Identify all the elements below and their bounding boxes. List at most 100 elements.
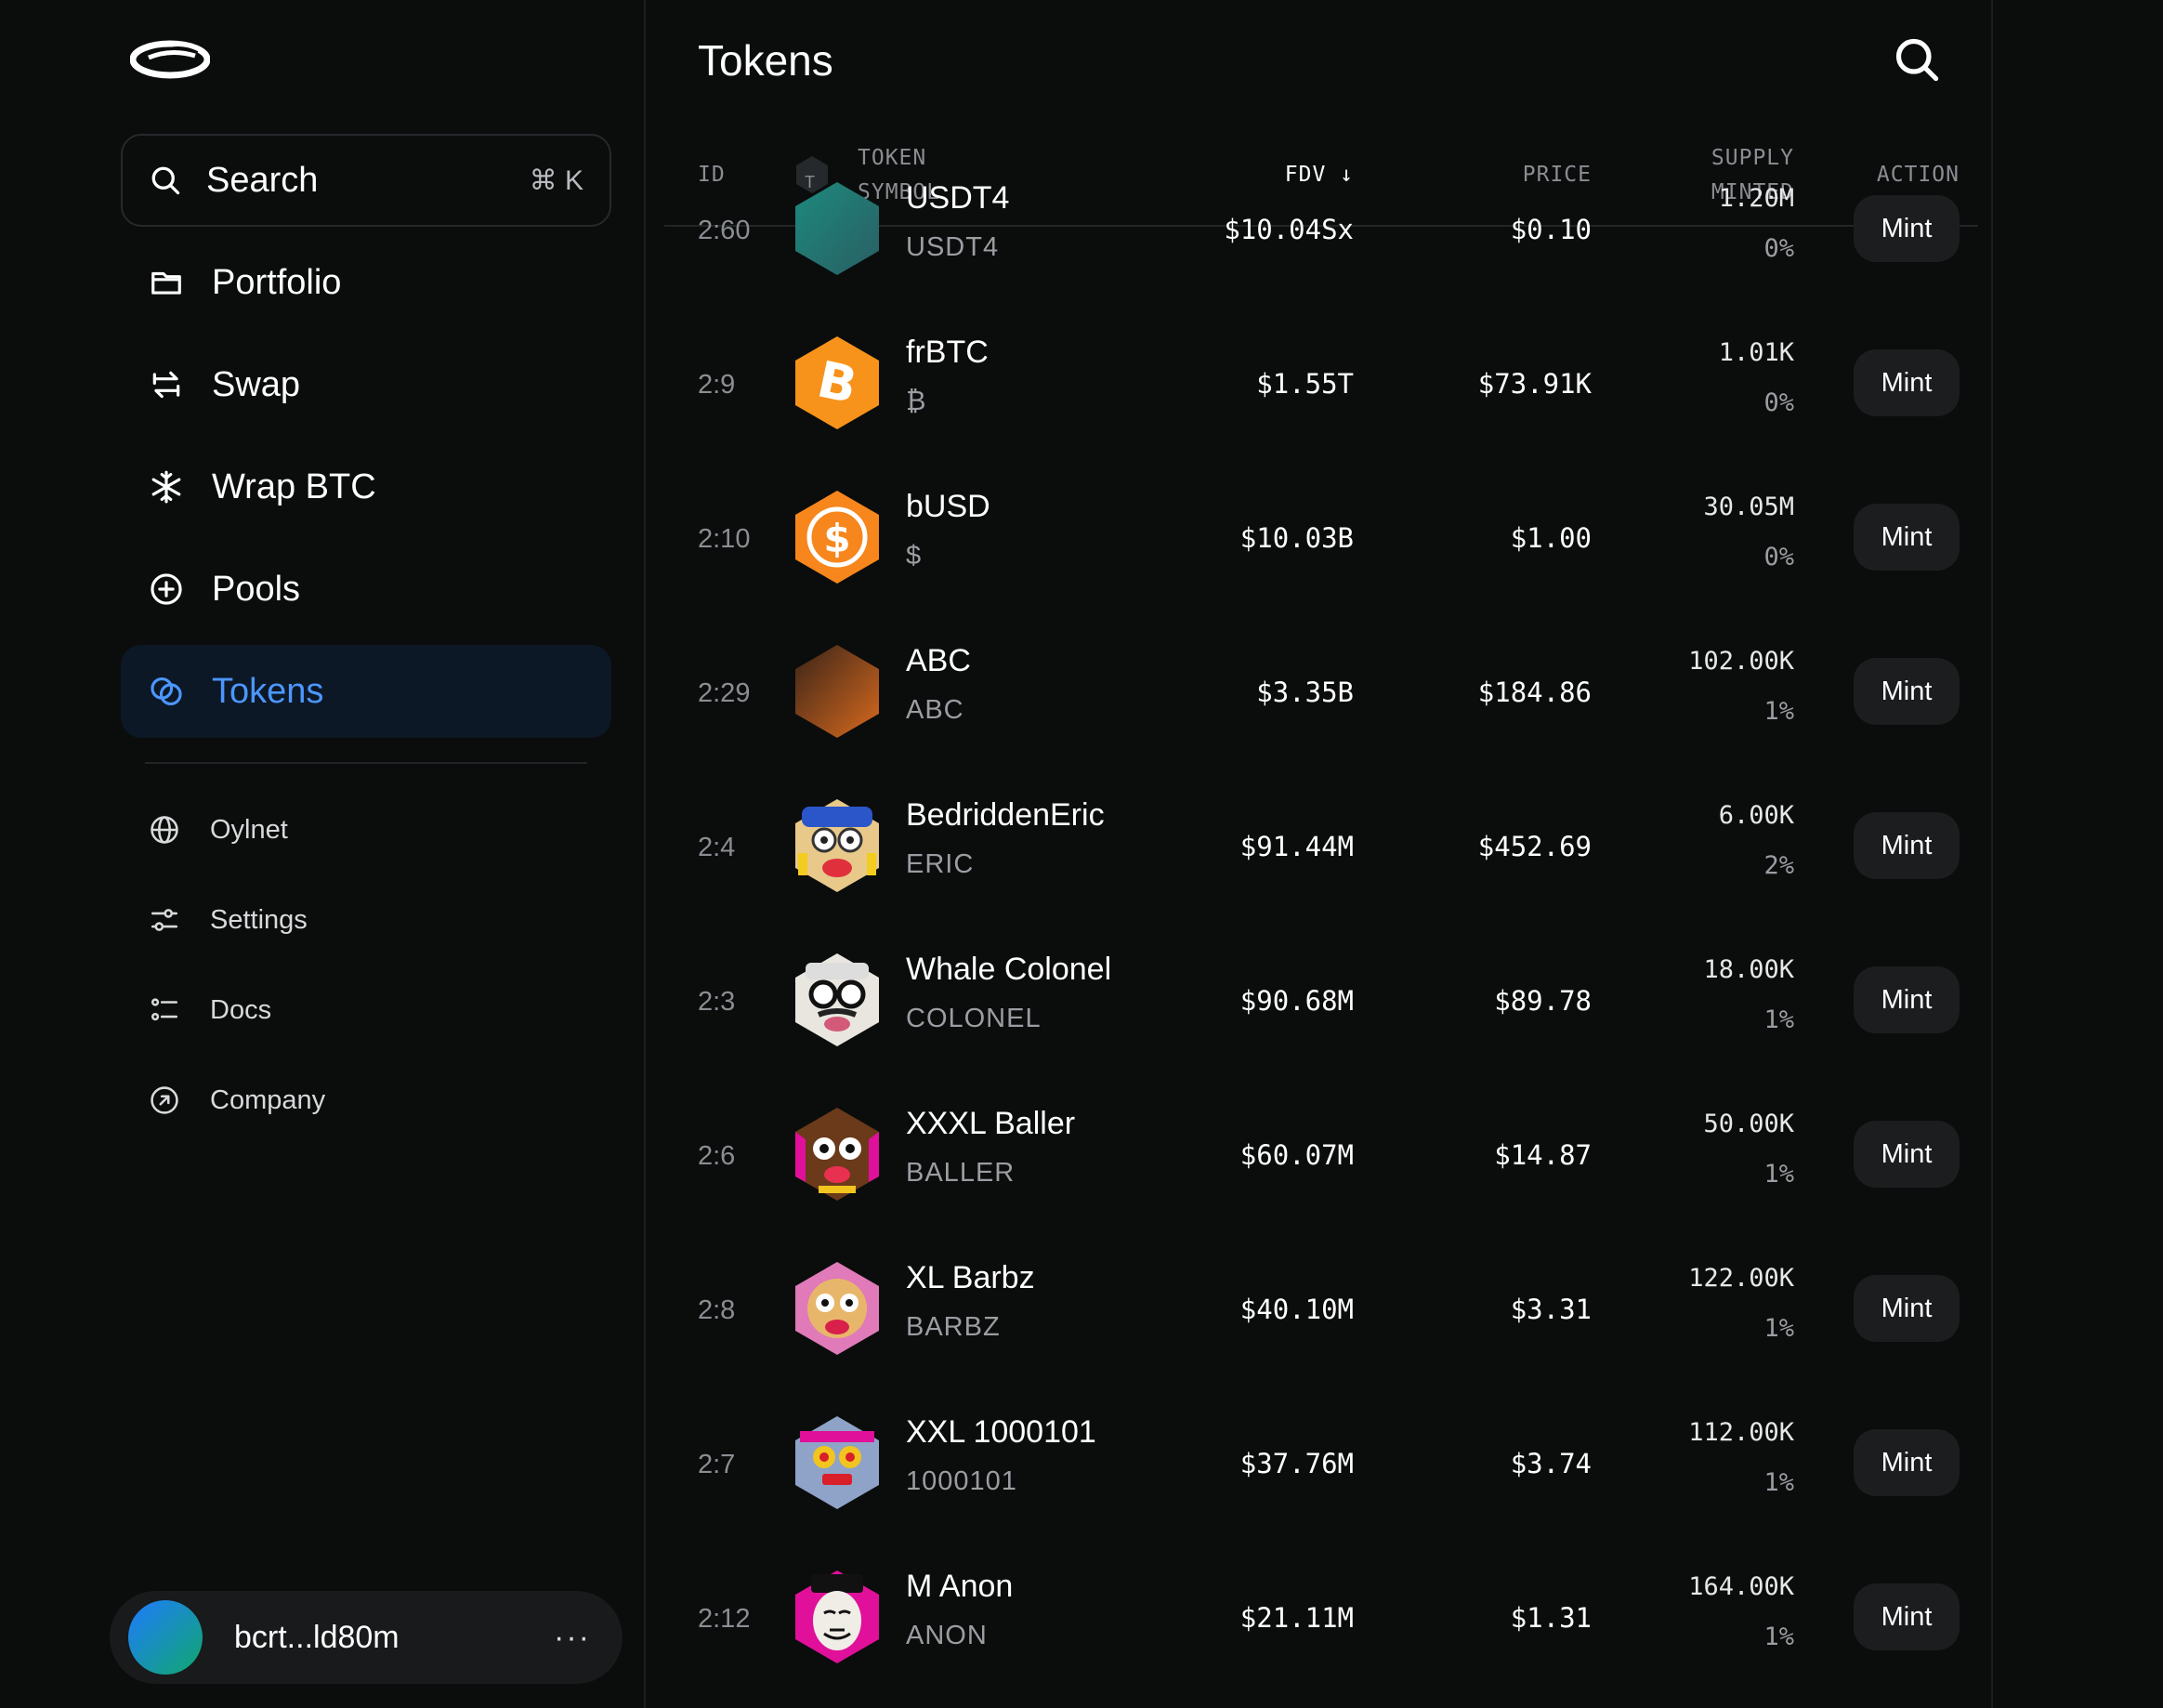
more-options-icon[interactable]: ···: [554, 1620, 591, 1656]
token-fdv: $21.11M: [1239, 1602, 1354, 1634]
nav-item-wrap-btc[interactable]: Wrap BTC: [121, 440, 611, 533]
token-id: 2:4: [698, 833, 736, 862]
token-symbol: 1000101: [906, 1466, 1017, 1496]
character-baller-icon: [795, 1108, 879, 1201]
nav-item-portfolio[interactable]: Portfolio: [121, 236, 611, 329]
character-eric-icon: [795, 799, 879, 892]
token-supply: 122.00K: [1688, 1264, 1794, 1293]
table-row[interactable]: 2:9 BfrBTC ₿ $1.55T $73.91K 1.01K 0% Mint: [664, 309, 1978, 462]
table-row[interactable]: 2:7 XXL 1000101 1000101 $37.76M $3.74 112.00K…: [664, 1388, 1978, 1542]
nav-label-docs: Docs: [210, 994, 272, 1025]
token-symbol: ERIC: [906, 849, 975, 879]
mint-button[interactable]: Mint: [1854, 504, 1960, 571]
table-row[interactable]: 2:29 ABC ABC $3.35B $184.86 102.00K 1% Mint: [664, 617, 1978, 770]
token-symbol: $: [906, 541, 923, 571]
folder-icon: [149, 265, 184, 300]
token-supply: 6.00K: [1718, 801, 1794, 830]
nav-item-swap[interactable]: Swap: [121, 338, 611, 431]
search-shortcut: ⌘ K: [529, 164, 583, 196]
brown-hex-icon: [795, 645, 879, 738]
token-id: 2:3: [698, 987, 736, 1017]
mint-button[interactable]: Mint: [1854, 658, 1960, 725]
search-button[interactable]: Search ⌘ K: [121, 134, 611, 227]
token-supply: 18.00K: [1703, 955, 1794, 984]
token-price: $14.87: [1494, 1139, 1592, 1171]
character-colonel-icon: [795, 953, 879, 1046]
token-symbol: ABC: [906, 695, 964, 725]
account-button[interactable]: bcrt...ld80m ···: [110, 1591, 623, 1684]
table-row[interactable]: 2:12 M Anon ANON $21.11M $1.31 164.00K 1% Mint: [664, 1543, 1978, 1696]
token-fdv: $10.03B: [1239, 522, 1354, 554]
nav-label-company: Company: [210, 1084, 326, 1115]
mint-button[interactable]: Mint: [1854, 966, 1960, 1033]
table-row[interactable]: 2:6 XXXL Baller BALLER $60.07M $14.87 50.00K 1…: [664, 1080, 1978, 1233]
token-name: USDT4: [906, 180, 1010, 216]
mint-button[interactable]: Mint: [1854, 349, 1960, 416]
token-price: $89.78: [1494, 985, 1592, 1017]
token-price: $73.91K: [1477, 368, 1592, 400]
nav-label-portfolio: Portfolio: [212, 262, 342, 302]
mint-button[interactable]: Mint: [1854, 195, 1960, 262]
token-fdv: $3.35B: [1256, 677, 1354, 708]
token-name: bUSD: [906, 489, 990, 524]
tokens-panel: Tokens ID T TOKEN SYMBOL FDV ↓ PRICE SUP…: [648, 0, 1993, 1708]
teal-hex-icon: [795, 182, 879, 275]
token-id: 2:10: [698, 524, 751, 554]
token-name: XXXL Baller: [906, 1106, 1076, 1141]
table-row[interactable]: 2:3 Whale Colonel COLONEL $90.68M $89.78 18.0…: [664, 926, 1978, 1079]
token-name: BedriddenEric: [906, 797, 1105, 833]
nav-item-docs[interactable]: Docs: [121, 978, 611, 1043]
token-supply: 164.00K: [1688, 1572, 1794, 1601]
sliders-icon: [149, 904, 180, 936]
nav-label-wrap-btc: Wrap BTC: [212, 466, 376, 506]
token-minted-percent: 1%: [1763, 697, 1794, 726]
token-minted-percent: 2%: [1763, 851, 1794, 880]
token-symbol: COLONEL: [906, 1004, 1042, 1033]
token-name: Whale Colonel: [906, 952, 1112, 987]
mint-button[interactable]: Mint: [1854, 1121, 1960, 1188]
table-row[interactable]: 2:60 USDT4 USDT4 $10.04Sx $0.10 1.20M 0% Mint: [664, 154, 1978, 308]
token-price: $3.74: [1510, 1448, 1592, 1479]
logo[interactable]: [130, 37, 210, 82]
token-minted-percent: 1%: [1763, 1623, 1794, 1651]
token-price: $184.86: [1477, 677, 1592, 708]
sidebar-divider: [145, 762, 587, 764]
mint-button[interactable]: Mint: [1854, 1429, 1960, 1496]
table-row[interactable]: 2:4 BedriddenEric ERIC $91.44M $452.69 6.00K 2…: [664, 771, 1978, 925]
mint-button[interactable]: Mint: [1854, 1583, 1960, 1650]
token-id: 2:60: [698, 216, 751, 245]
character-barbz-icon: [795, 1262, 879, 1355]
token-name: ABC: [906, 643, 971, 678]
character-anon-icon: [795, 1570, 879, 1663]
table-row[interactable]: 2:8 XL Barbz BARBZ $40.10M $3.31 122.00K 1% Min…: [664, 1234, 1978, 1387]
dollar-coin-icon: $: [795, 491, 879, 584]
nav-item-oylnet[interactable]: Oylnet: [121, 797, 611, 862]
table-row[interactable]: 2:10 $ bUSD $ $10.03B $1.00 30.05M 0% Mint: [664, 463, 1978, 616]
token-fdv: $1.55T: [1256, 368, 1354, 400]
mint-button[interactable]: Mint: [1854, 812, 1960, 879]
nav-item-tokens[interactable]: Tokens: [121, 645, 611, 738]
nav-label-settings: Settings: [210, 904, 308, 935]
mint-button[interactable]: Mint: [1854, 1275, 1960, 1342]
page-title: Tokens: [698, 36, 833, 85]
bitcoin-icon: B: [795, 336, 879, 429]
token-minted-percent: 0%: [1763, 234, 1794, 263]
token-id: 2:7: [698, 1450, 736, 1479]
nav-item-company[interactable]: Company: [121, 1068, 611, 1133]
sidebar: Search ⌘ K Portfolio Swap Wrap BTC Pools…: [0, 0, 646, 1708]
token-supply: 1.01K: [1718, 338, 1794, 367]
nav-label-swap: Swap: [212, 364, 301, 404]
token-fdv: $10.04Sx: [1224, 214, 1354, 245]
tokens-icon: [149, 674, 184, 709]
nav-item-settings[interactable]: Settings: [121, 887, 611, 953]
search-icon: [151, 166, 180, 195]
snowflake-icon: [149, 469, 184, 505]
swap-icon: [149, 367, 184, 402]
nav-item-pools[interactable]: Pools: [121, 543, 611, 636]
search-icon[interactable]: [1893, 35, 1941, 84]
token-symbol: BARBZ: [906, 1312, 1001, 1342]
list-icon: [149, 994, 180, 1026]
search-label: Search: [206, 160, 319, 200]
arrow-up-right-circle-icon: [149, 1084, 180, 1116]
token-price: $0.10: [1510, 214, 1592, 245]
